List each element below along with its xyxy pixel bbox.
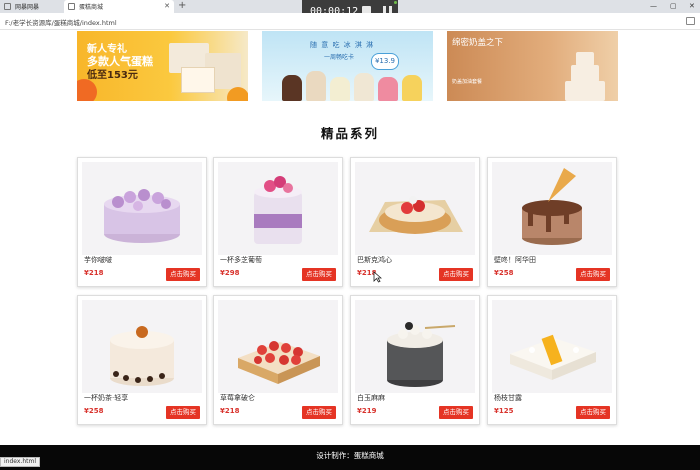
new-tab-icon[interactable]: + <box>178 0 186 13</box>
product-card[interactable]: 壁咚！阿华田 ¥258 点击购买 <box>487 157 617 287</box>
product-image <box>492 300 612 393</box>
product-image <box>82 162 202 255</box>
mouse-cursor-icon <box>373 271 382 283</box>
ice-cream-cup-image <box>330 77 350 101</box>
grape-cake-image <box>254 176 302 244</box>
footer-text: 设计制作：蛋糕商城 <box>316 451 384 460</box>
fruit-decoration <box>227 87 248 101</box>
product-card[interactable]: 白玉麻麻 ¥219 点击购买 <box>350 295 480 425</box>
ice-cream-cup-image <box>378 77 398 101</box>
close-icon[interactable]: ✕ <box>164 2 170 10</box>
ice-cream-cup-image <box>306 71 326 101</box>
product-card[interactable]: 草莓拿破仑 ¥218 点击购买 <box>213 295 343 425</box>
buy-button[interactable]: 点击购买 <box>439 268 473 281</box>
product-price: ¥218 <box>84 269 104 277</box>
reader-mode-icon[interactable] <box>686 17 695 25</box>
ice-cream-cup-image <box>282 75 302 101</box>
banner-new-user[interactable]: 新人专礼 多款人气蛋糕 低至153元 <box>77 31 248 101</box>
buy-button[interactable]: 点击购买 <box>439 406 473 419</box>
cake-box-image <box>181 67 215 93</box>
product-card[interactable]: 巴斯克鸿心 ¥218 点击购买 <box>350 157 480 287</box>
recording-indicator <box>394 1 397 4</box>
browser-tab[interactable]: 网暴网暴 <box>0 0 58 13</box>
product-name: 白玉麻麻 <box>357 394 385 402</box>
product-name: 壁咚！阿华田 <box>494 256 536 264</box>
product-name: 草莓拿破仑 <box>220 394 255 402</box>
buy-button[interactable]: 点击购买 <box>576 268 610 281</box>
product-card[interactable]: 一杯多芝葡萄 ¥298 点击购买 <box>213 157 343 287</box>
strawberry-napoleon-image <box>238 341 320 384</box>
tab-title: 蛋糕商城 <box>79 4 104 11</box>
product-card[interactable]: 杨枝甘露 ¥125 点击购买 <box>487 295 617 425</box>
buy-button[interactable]: 点击购买 <box>576 406 610 419</box>
banner-line: 随 意 吃 冰 淇 淋 <box>310 41 375 49</box>
buy-button[interactable]: 点击购买 <box>166 268 200 281</box>
cake-tier-image <box>571 65 599 82</box>
taro-cake-image <box>104 189 180 243</box>
url-text: F:/老学长资源库/蛋糕商城/index.html <box>5 19 117 27</box>
banner-line: 奶盖加油套餐 <box>452 79 483 85</box>
white-jade-cake-image <box>387 322 456 387</box>
product-price: ¥258 <box>494 269 514 277</box>
basque-cake-image <box>369 196 463 234</box>
product-image <box>355 300 475 393</box>
product-card[interactable]: 芋你啵啵 ¥218 点击购买 <box>77 157 207 287</box>
banner-ice-cream[interactable]: 随 意 吃 冰 淇 淋 一周畅吃卡 ¥13.9 <box>262 31 433 101</box>
product-name: 巴斯克鸿心 <box>357 256 392 264</box>
browser-status-bar: index.html <box>0 457 40 467</box>
ice-cream-cup-image <box>402 75 422 101</box>
banner-line: 低至153元 <box>87 70 138 81</box>
product-name: 一杯多芝葡萄 <box>220 256 262 264</box>
address-bar[interactable]: F:/老学长资源库/蛋糕商城/index.html <box>0 13 700 30</box>
product-image <box>218 162 338 255</box>
site-footer: 设计制作：蛋糕商城 <box>0 445 700 470</box>
banner-line: 绵密奶盖之下 <box>452 38 504 48</box>
tab-title: 网暴网暴 <box>15 4 40 11</box>
buy-button[interactable]: 点击购买 <box>302 268 336 281</box>
mango-pomelo-cake-image <box>510 334 596 380</box>
product-name: 芋你啵啵 <box>84 256 112 264</box>
product-image <box>218 300 338 393</box>
close-window-icon[interactable]: ✕ <box>689 0 695 13</box>
product-price: ¥258 <box>84 407 104 415</box>
cake-tier-image <box>576 52 594 66</box>
milk-tea-cake-image <box>110 326 174 386</box>
buy-button[interactable]: 点击购买 <box>302 406 336 419</box>
product-price: ¥125 <box>494 407 514 415</box>
price-badge: ¥13.9 <box>371 53 399 70</box>
product-name: 杨枝甘露 <box>494 394 522 402</box>
ovaltine-cake-image <box>522 168 582 245</box>
fruit-decoration <box>77 79 97 101</box>
product-image <box>355 162 475 255</box>
browser-tab-active[interactable]: 蛋糕商城 ✕ <box>64 0 174 13</box>
buy-button[interactable]: 点击购买 <box>166 406 200 419</box>
product-image <box>492 162 612 255</box>
product-card[interactable]: 一杯奶茶·轻享 ¥258 点击购买 <box>77 295 207 425</box>
ice-cream-cup-image <box>354 73 374 101</box>
minimize-icon[interactable]: — <box>650 0 657 13</box>
cake-tier-image <box>565 81 605 101</box>
maximize-icon[interactable]: ▢ <box>670 0 677 13</box>
banner-line: 一周畅吃卡 <box>324 54 355 61</box>
product-price: ¥218 <box>220 407 240 415</box>
product-price: ¥219 <box>357 407 377 415</box>
product-image <box>82 300 202 393</box>
page-icon <box>4 3 11 10</box>
banner-milk-cap[interactable]: 绵密奶盖之下 奶盖加油套餐 <box>447 31 618 101</box>
page-icon <box>68 3 75 10</box>
product-name: 一杯奶茶·轻享 <box>84 394 129 402</box>
section-title: 精品系列 <box>320 126 379 141</box>
product-price: ¥298 <box>220 269 240 277</box>
